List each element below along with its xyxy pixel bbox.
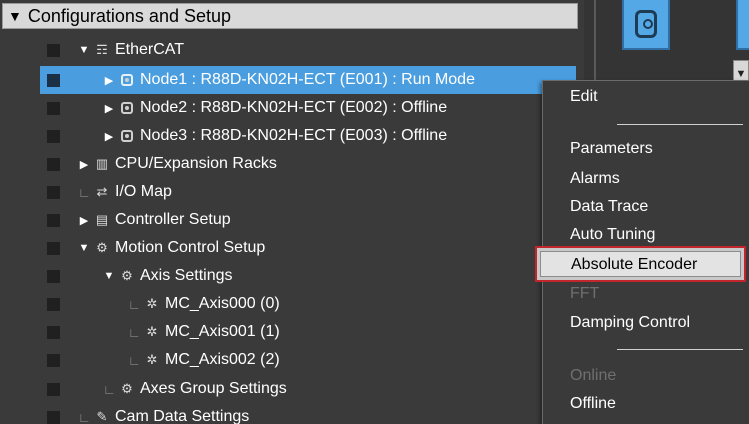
tree-item-axis-settings[interactable]: ▼ ⚙ Axis Settings [0,262,584,290]
multiview-explorer: ▼ Configurations and Setup ▼ ☶ EtherCAT … [0,0,584,424]
tree-item-cam-data-settings[interactable]: ∟ ✎ Cam Data Settings [0,403,584,424]
status-square [47,129,60,143]
tree-item-label: Cam Data Settings [115,408,250,424]
menu-item-online: Online [570,367,617,384]
tree-item-mc-axis000[interactable]: ∟ ✲ MC_Axis000 (0) [0,290,584,318]
status-square [47,101,60,115]
tree-item-label: MC_Axis002 (2) [165,351,280,368]
io-map-icon: ⇄ [96,184,108,199]
gear-icon: ⚙ [96,240,108,255]
status-square [47,241,60,255]
axis-icon: ✲ [146,352,158,367]
section-header-configurations[interactable]: ▼ Configurations and Setup [2,3,578,29]
menu-item-parameters[interactable]: Parameters [570,140,653,158]
tree-item-label: Node3 : R88D-KN02H-ECT (E003) : Offline [140,127,448,144]
axes-group-icon: ⚙ [121,381,133,396]
status-square [47,410,60,424]
tree-line-icon: ∟ [128,352,141,368]
servo-icon [635,10,657,38]
section-title: Configurations and Setup [27,5,232,26]
menu-item-fft: FFT [570,285,600,302]
expand-icon[interactable]: ▶ [103,130,115,143]
tree-item-node3[interactable]: ▶ Node3 : R88D-KN02H-ECT (E003) : Offlin… [0,122,584,150]
expand-icon[interactable]: ▶ [78,158,90,171]
expand-icon[interactable]: ▶ [78,214,90,227]
menu-item-absolute-encoder[interactable]: Absolute Encoder [535,246,746,282]
menu-item-damping-control[interactable]: Damping Control [570,314,690,332]
status-square [47,325,60,339]
tree-line-icon: ∟ [103,381,116,397]
status-square [47,185,60,199]
axis-icon: ✲ [146,324,158,339]
tree-line-icon: ∟ [128,296,141,312]
network-icon: ☶ [96,42,108,57]
expand-icon[interactable]: ▼ [78,44,90,56]
tree-item-io-map[interactable]: ∟ ⇄ I/O Map [0,178,584,206]
servo-node-icon [119,72,135,88]
tree-item-mc-axis001[interactable]: ∟ ✲ MC_Axis001 (1) [0,318,584,346]
expand-icon[interactable]: ▶ [103,102,115,115]
servo-node-icon [119,128,135,144]
status-square [47,297,60,311]
tool-button-partial[interactable] [736,0,749,50]
tree-item-label: Node1 : R88D-KN02H-ECT (E001) : Run Mode [140,71,475,88]
rack-icon: ▥ [95,156,109,171]
tree-item-node2[interactable]: ▶ Node2 : R88D-KN02H-ECT (E002) : Offlin… [0,94,584,122]
gear-icon: ⚙ [121,268,133,283]
menu-item-auto-tuning[interactable]: Auto Tuning [570,226,655,244]
collapse-triangle-icon[interactable]: ▼ [8,8,22,24]
tree-item-label: Motion Control Setup [115,239,266,256]
tree-item-mc-axis002[interactable]: ∟ ✲ MC_Axis002 (2) [0,346,584,374]
menu-item-data-trace[interactable]: Data Trace [570,198,648,216]
status-square [47,353,60,367]
menu-item-edit[interactable]: Edit [570,88,598,106]
tree-item-cpu-expansion-racks[interactable]: ▶ ▥ CPU/Expansion Racks [0,150,584,178]
servo-tool-button[interactable] [622,0,670,50]
tree-item-motion-control-setup[interactable]: ▼ ⚙ Motion Control Setup [0,234,584,262]
expand-icon[interactable]: ▼ [103,270,115,282]
axis-icon: ✲ [146,296,158,311]
expand-icon[interactable]: ▼ [78,242,90,254]
tree-item-axes-group-settings[interactable]: ∟ ⚙ Axes Group Settings [0,375,584,403]
servo-node-icon [119,100,135,116]
status-square [47,382,60,396]
status-square [47,43,60,57]
tree-line-icon: ∟ [78,184,91,200]
menu-separator [617,349,743,350]
status-square [47,213,60,227]
tree-item-label: Axis Settings [140,267,233,284]
tree-item-label: Axes Group Settings [140,380,287,397]
tree-item-label: Node2 : R88D-KN02H-ECT (E002) : Offline [140,99,448,116]
tree-item-node1[interactable]: ▶ Node1 : R88D-KN02H-ECT (E001) : Run Mo… [40,66,576,94]
tree-item-controller-setup[interactable]: ▶ ▤ Controller Setup [0,206,584,234]
tree-line-icon: ∟ [78,409,91,424]
tree-line-icon: ∟ [128,324,141,340]
expand-icon[interactable]: ▶ [103,74,115,87]
tree-item-ethercat[interactable]: ▼ ☶ EtherCAT [0,36,584,64]
tree-item-label: EtherCAT [115,41,185,58]
status-square [47,73,60,87]
tree-item-label: MC_Axis000 (0) [165,295,280,312]
status-square [47,157,60,171]
status-square [47,269,60,283]
tree-item-label: Controller Setup [115,211,231,228]
menu-separator [617,124,743,125]
tree-item-label: I/O Map [115,183,172,200]
menu-item-offline[interactable]: Offline [570,395,616,413]
cam-data-icon: ✎ [96,409,108,424]
menu-item-label: Absolute Encoder [571,256,698,273]
menu-item-alarms[interactable]: Alarms [570,170,620,188]
controller-setup-icon: ▤ [95,212,109,227]
tree-item-label: CPU/Expansion Racks [115,155,277,172]
tree-item-label: MC_Axis001 (1) [165,323,280,340]
